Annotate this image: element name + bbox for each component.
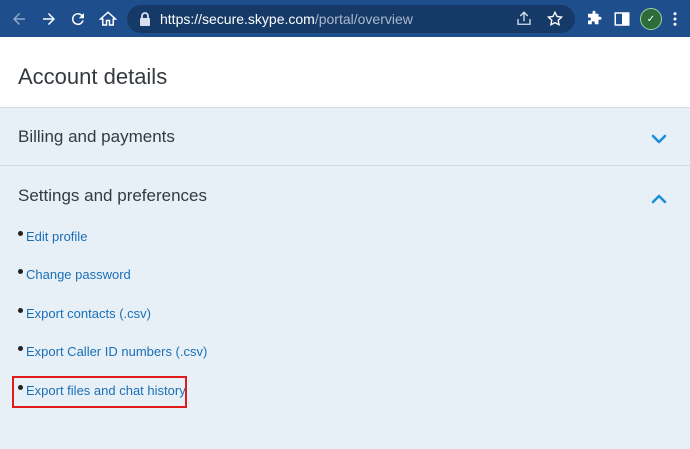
link-export-caller-id-label[interactable]: Export Caller ID numbers (.csv) [26, 344, 207, 359]
forward-icon[interactable] [37, 7, 61, 31]
chevron-down-icon[interactable] [650, 130, 668, 148]
browser-toolbar: https://secure.skype.com/portal/overview… [0, 0, 690, 37]
billing-section-title[interactable]: Billing and payments [18, 127, 175, 147]
chevron-up-icon[interactable] [650, 190, 668, 208]
page-title: Account details [18, 64, 168, 89]
billing-section[interactable]: Billing and payments [0, 108, 690, 166]
bullet [18, 308, 23, 313]
extensions-icon[interactable] [582, 7, 606, 31]
reload-icon[interactable] [66, 7, 90, 31]
url-host: https://secure.skype.com [160, 11, 315, 27]
link-export-contacts-label[interactable]: Export contacts (.csv) [26, 306, 151, 321]
bullet [18, 269, 23, 274]
link-edit-profile-label[interactable]: Edit profile [26, 229, 87, 244]
star-icon[interactable] [546, 10, 564, 28]
settings-section-title[interactable]: Settings and preferences [18, 186, 207, 206]
address-bar[interactable]: https://secure.skype.com/portal/overview [127, 5, 575, 33]
link-change-password-label[interactable]: Change password [26, 267, 131, 282]
url-text: https://secure.skype.com/portal/overview [160, 11, 413, 27]
bullet [18, 231, 23, 236]
share-icon[interactable] [515, 10, 533, 28]
highlight-box [12, 376, 187, 408]
menu-icon[interactable] [666, 7, 684, 31]
lock-icon[interactable] [138, 11, 152, 27]
profile-avatar[interactable]: ✓ [640, 8, 662, 30]
page-header: Account details [0, 37, 690, 108]
back-icon[interactable] [7, 7, 31, 31]
sidebar-icon[interactable] [610, 7, 634, 31]
bullet [18, 346, 23, 351]
home-icon[interactable] [96, 7, 120, 31]
url-path: /portal/overview [314, 11, 413, 27]
